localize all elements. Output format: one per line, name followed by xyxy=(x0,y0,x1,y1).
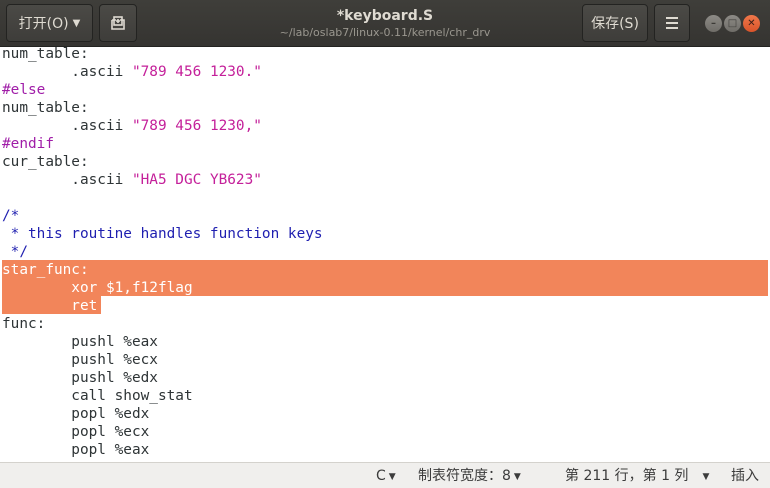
menu-button[interactable] xyxy=(654,4,690,42)
code-line: */ xyxy=(0,243,770,261)
code-token: #else xyxy=(2,82,46,98)
code-line: .ascii "789 456 1230," xyxy=(0,117,770,135)
code-token: ret xyxy=(2,298,98,314)
save-button-label: 保存(S) xyxy=(591,16,639,32)
code-line: #endif xyxy=(0,135,770,153)
code-token: pushl %ecx xyxy=(2,352,158,368)
code-editor[interactable]: num_table: .ascii "789 456 1230." #else nu… xyxy=(0,47,770,462)
code-token: /* xyxy=(2,208,20,224)
cursor-position-label: 第 211 行，第 1 列 xyxy=(565,468,689,484)
code-token: popl %edx xyxy=(2,406,150,422)
dropdown-caret-icon: ▼ xyxy=(702,472,710,482)
code-line: /* xyxy=(0,207,770,225)
code-line: xor $1,f12flag xyxy=(0,279,770,297)
code-token: num_table: xyxy=(2,47,89,62)
code-line: call show_stat xyxy=(0,387,770,405)
code-line: pushl %edx xyxy=(0,369,770,387)
header-bar: 打开(O) ▼ *keyboard.S ~/lab/oslab7/linux-0… xyxy=(0,0,770,47)
code-token: "789 456 1230." xyxy=(131,64,262,80)
code-token: star_func: xyxy=(2,262,89,278)
code-line: popl %ecx xyxy=(0,423,770,441)
code-token: #endif xyxy=(2,136,54,152)
code-line: cur_table: xyxy=(0,153,770,171)
code-token: popl %ecx xyxy=(2,424,150,440)
new-tab-button[interactable] xyxy=(99,4,137,42)
minimize-button[interactable]: – xyxy=(705,15,722,32)
maximize-button[interactable]: □ xyxy=(724,15,741,32)
open-button-label: 打开(O) xyxy=(18,16,69,32)
code-token: cur_table: xyxy=(2,154,89,170)
dropdown-caret-icon: ▼ xyxy=(513,472,521,482)
code-token: pushl %edx xyxy=(2,370,158,386)
code-token: "789 456 1230," xyxy=(131,118,262,134)
code-token: .ascii xyxy=(2,172,132,188)
code-token: call show_stat xyxy=(2,388,193,404)
language-selector[interactable]: C ▼ xyxy=(376,467,396,486)
dropdown-caret-icon: ▼ xyxy=(72,17,81,29)
insert-mode-indicator[interactable]: 插入 xyxy=(731,467,759,485)
tab-width-label: 制表符宽度：8 xyxy=(418,468,511,484)
code-line: pushl %ecx xyxy=(0,351,770,369)
code-token: num_table: xyxy=(2,100,89,116)
code-token: popl %eax xyxy=(2,442,150,458)
code-token: func: xyxy=(2,316,46,332)
code-line: #else xyxy=(0,81,770,99)
code-token: .ascii xyxy=(2,118,132,134)
minimize-icon: – xyxy=(711,17,716,29)
hamburger-menu-icon xyxy=(666,17,678,29)
maximize-icon: □ xyxy=(727,17,738,29)
code-line: num_table: xyxy=(0,99,770,117)
code-line: ret xyxy=(0,297,770,315)
code-line: .ascii "789 456 1230." xyxy=(0,63,770,81)
code-token: .ascii xyxy=(2,64,132,80)
code-line: * this routine handles function keys xyxy=(0,225,770,243)
language-label: C xyxy=(376,468,386,484)
code-line: pushl %eax xyxy=(0,333,770,351)
cursor-position-selector[interactable]: 第 211 行，第 1 列 ▼ xyxy=(565,467,709,486)
code-line: star_func: xyxy=(0,261,770,279)
code-token: pushl %eax xyxy=(2,334,158,350)
code-token: "HA5 DGC YB623" xyxy=(131,172,262,188)
code-token: xor $1,f12flag xyxy=(2,280,193,296)
close-button[interactable]: ✕ xyxy=(743,15,760,32)
code-line: func: xyxy=(0,315,770,333)
close-icon: ✕ xyxy=(747,17,756,29)
code-token: */ xyxy=(2,244,28,260)
window-title: *keyboard.S xyxy=(336,8,434,24)
save-button[interactable]: 保存(S) xyxy=(582,4,648,42)
open-button[interactable]: 打开(O) ▼ xyxy=(6,4,93,42)
code-token: * this routine handles function keys xyxy=(2,226,323,242)
insert-mode-label: 插入 xyxy=(731,468,759,484)
status-bar: C ▼ 制表符宽度：8 ▼ 第 211 行，第 1 列 ▼ 插入 xyxy=(0,462,770,488)
tab-width-selector[interactable]: 制表符宽度：8 ▼ xyxy=(418,467,521,486)
code-line: num_table: xyxy=(0,47,770,63)
window-title-block: *keyboard.S ~/lab/oslab7/linux-0.11/kern… xyxy=(200,7,570,40)
dropdown-caret-icon: ▼ xyxy=(388,472,396,482)
code-line: .ascii "HA5 DGC YB623" xyxy=(0,171,770,189)
code-line: popl %edx xyxy=(0,405,770,423)
file-path: ~/lab/oslab7/linux-0.11/kernel/chr_drv xyxy=(279,26,491,39)
code-line: popl %eax xyxy=(0,441,770,459)
new-tab-icon xyxy=(111,16,125,30)
